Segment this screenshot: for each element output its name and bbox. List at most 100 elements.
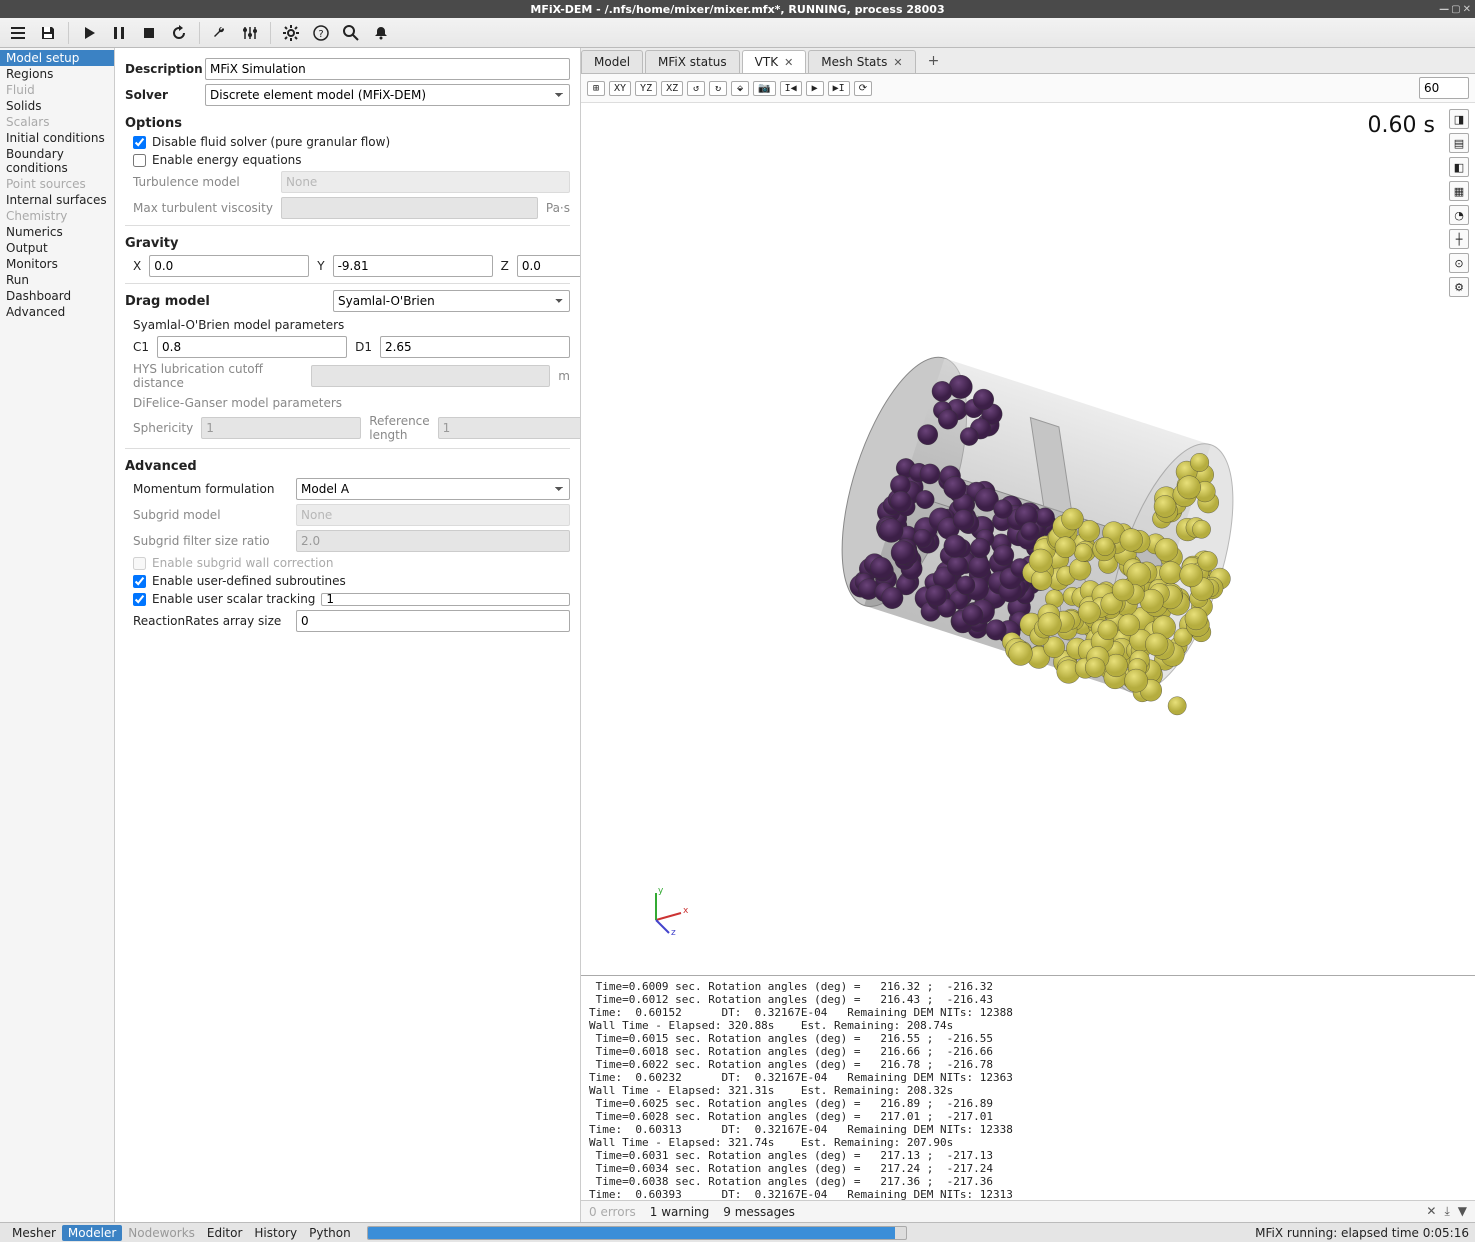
perspective-icon[interactable]: ⬙ [731,81,749,96]
syamlal-header: Syamlal-O'Brien model parameters [133,318,570,332]
console-save-icon[interactable]: ⤓ [1444,1204,1449,1219]
warnings-count[interactable]: 1 warning [650,1205,710,1219]
sidebar-item-internal-surfaces[interactable]: Internal surfaces [0,192,114,208]
mode-editor[interactable]: Editor [201,1225,249,1241]
c1-input[interactable] [157,336,347,358]
wrench-icon[interactable] [206,20,234,46]
gear-icon[interactable] [277,20,305,46]
rotate-right-icon[interactable]: ↻ [709,81,727,96]
last-frame-icon[interactable]: ▶I [828,81,850,96]
menu-icon[interactable] [4,20,32,46]
play-frames-icon[interactable]: ▶ [806,81,824,96]
save-icon[interactable] [34,20,62,46]
sidebar-item-regions[interactable]: Regions [0,66,114,82]
svg-text:?: ? [318,29,323,40]
reflen-label: Reference length [369,414,429,442]
console-filter-icon[interactable]: ▼ [1458,1204,1467,1219]
mode-mesher[interactable]: Mesher [6,1225,62,1241]
gravity-y-input[interactable] [333,255,493,277]
enable-udf-checkbox[interactable] [133,575,146,588]
screenshot-icon[interactable]: 📷 [753,81,775,96]
rotate-left-icon[interactable]: ↺ [687,81,705,96]
close-icon[interactable]: ✕ [1463,4,1471,15]
sphericity-label: Sphericity [133,421,193,435]
maximize-icon[interactable]: ▢ [1451,4,1460,15]
help-icon[interactable]: ? [307,20,335,46]
mode-modeler[interactable]: Modeler [62,1225,122,1241]
tab-close-icon[interactable]: ✕ [784,56,793,69]
console-output[interactable]: Time=0.6009 sec. Rotation angles (deg) =… [581,975,1475,1200]
subgrid-ratio-label: Subgrid filter size ratio [133,534,288,548]
colorbar-icon[interactable]: ▤ [1449,133,1469,153]
sidebar-item-model-setup[interactable]: Model setup [0,50,114,66]
view-yz-button[interactable]: YZ [635,81,657,96]
subgrid-ratio-input [296,530,570,552]
search-icon[interactable] [337,20,365,46]
tab-vtk[interactable]: VTK✕ [742,50,807,73]
sidebar-item-boundary-conditions[interactable]: Boundary conditions [0,146,114,176]
d1-input[interactable] [380,336,570,358]
view-grid-icon[interactable]: ⊞ [587,81,605,96]
reaction-label: ReactionRates array size [133,614,288,628]
options-header: Options [125,116,570,131]
sliders-icon[interactable] [236,20,264,46]
tab-model[interactable]: Model [581,50,643,73]
pause-icon[interactable] [105,20,133,46]
tab-mesh-stats[interactable]: Mesh Stats✕ [808,50,915,73]
regions-icon[interactable]: ▦ [1449,181,1469,201]
sidebar-item-monitors[interactable]: Monitors [0,256,114,272]
mixer-visualization [768,302,1288,742]
mode-python[interactable]: Python [303,1225,357,1241]
sidebar-item-initial-conditions[interactable]: Initial conditions [0,130,114,146]
console-close-icon[interactable]: ✕ [1426,1204,1436,1219]
enable-energy-checkbox[interactable] [133,154,146,167]
sidebar-item-output[interactable]: Output [0,240,114,256]
hys-label: HYS lubrication cutoff distance [133,362,303,390]
reaction-input[interactable] [296,610,570,632]
view-xz-button[interactable]: XZ [661,81,683,96]
solver-select[interactable]: Discrete element model (MFiX-DEM) [205,84,570,106]
turbulence-label: Turbulence model [133,175,273,189]
tab-bar: ModelMFiX statusVTK✕Mesh Stats✕+ [581,48,1475,74]
minimize-icon[interactable]: — [1439,4,1449,15]
momentum-select[interactable]: Model A [296,478,570,500]
turbulence-select: None [281,171,570,193]
enable-scalar-checkbox[interactable] [133,593,146,606]
play-icon[interactable] [75,20,103,46]
mode-nodeworks[interactable]: Nodeworks [122,1225,201,1241]
sidebar-item-run[interactable]: Run [0,272,114,288]
add-tab-button[interactable]: + [918,49,950,73]
vtk-viewport[interactable]: 0.60 s ◨ ▤ ◧ ▦ ◔ ┼ ⊙ ⚙ [581,103,1475,975]
disable-fluid-checkbox[interactable] [133,136,146,149]
window-controls: — ▢ ✕ [1439,4,1471,15]
first-frame-icon[interactable]: I◀ [780,81,802,96]
mode-history[interactable]: History [248,1225,303,1241]
timer-icon[interactable]: ◔ [1449,205,1469,225]
tab-mfix-status[interactable]: MFiX status [645,50,740,73]
sidebar-item-dashboard[interactable]: Dashboard [0,288,114,304]
drag-select[interactable]: Syamlal-O'Brien [333,290,570,312]
errors-count[interactable]: 0 errors [589,1205,636,1219]
messages-count[interactable]: 9 messages [723,1205,795,1219]
loop-icon[interactable]: ⟳ [854,81,872,96]
frame-input[interactable] [1419,77,1469,99]
view-xy-button[interactable]: XY [609,81,631,96]
scalar-input[interactable] [321,593,570,606]
point-info-icon[interactable]: ⊙ [1449,253,1469,273]
gravity-x-input[interactable] [149,255,309,277]
tab-close-icon[interactable]: ✕ [893,56,902,69]
bell-icon[interactable] [367,20,395,46]
description-input[interactable] [205,58,570,80]
settings-small-icon[interactable]: ⚙ [1449,277,1469,297]
max-turb-visc-input [281,197,538,219]
gravity-z-input[interactable] [517,255,580,277]
stop-icon[interactable] [135,20,163,46]
sidebar-item-solids[interactable]: Solids [0,98,114,114]
sidebar-item-advanced[interactable]: Advanced [0,304,114,320]
subgrid-wall-label: Enable subgrid wall correction [152,556,333,570]
reset-icon[interactable] [165,20,193,46]
sidebar-item-numerics[interactable]: Numerics [0,224,114,240]
geometry-icon[interactable]: ◧ [1449,157,1469,177]
sidebar-toggle-icon[interactable]: ◨ [1449,109,1469,129]
axes-icon[interactable]: ┼ [1449,229,1469,249]
